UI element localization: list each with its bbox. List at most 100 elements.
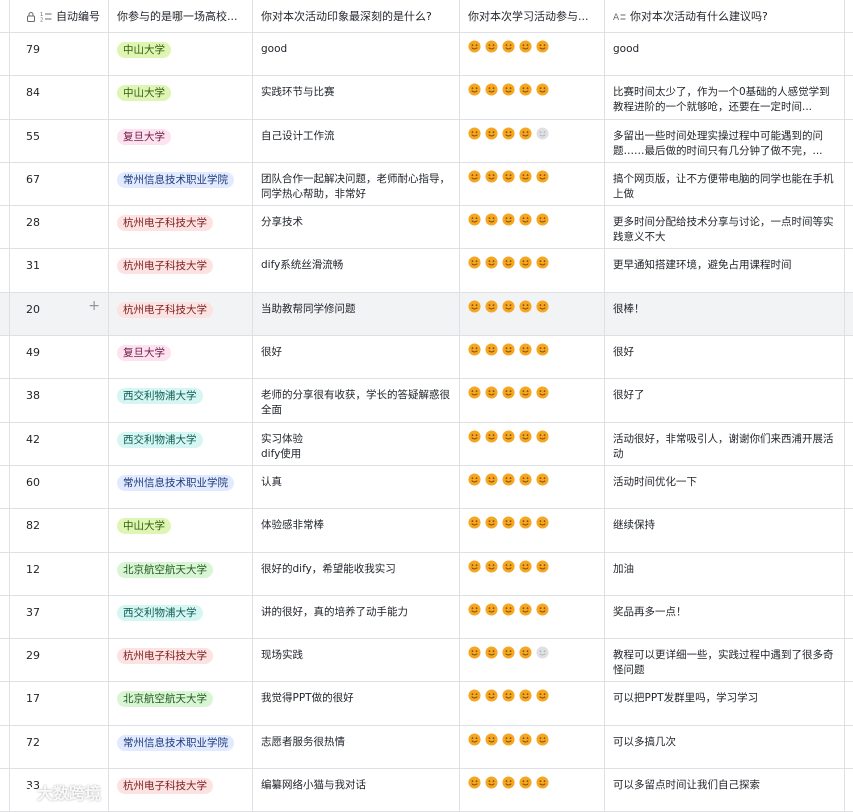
smiley-rating-icon[interactable] xyxy=(536,170,549,183)
cell-suggestion[interactable]: 搞个网页版，让不方便带电脑的同学也能在手机上做 xyxy=(605,162,845,206)
smiley-rating-icon[interactable] xyxy=(502,473,515,486)
smiley-rating-icon[interactable] xyxy=(485,256,498,270)
cell-id[interactable]: 38 xyxy=(10,379,109,422)
cell-school[interactable]: 杭州电子科技大学 xyxy=(109,249,253,292)
table-row[interactable]: 72 常州信息技术职业学院 志愿者服务很热情 可以多搞几次 xyxy=(0,725,853,770)
smiley-rating-icon[interactable] xyxy=(468,733,481,746)
cell-rating[interactable] xyxy=(460,725,605,769)
smiley-rating-icon[interactable] xyxy=(468,83,481,96)
table-row[interactable]: 55 复旦大学 自己设计工作流 多留出一些时间处理实操过程中可能遇到的问题……最后做的… xyxy=(0,119,853,163)
column-header-rating[interactable]: 你对本次学习活动参与... xyxy=(460,0,605,32)
smiley-rating-icon[interactable] xyxy=(536,560,549,573)
cell-rating[interactable] xyxy=(460,119,605,162)
smiley-rating-icon[interactable] xyxy=(468,300,481,313)
smiley-rating-icon[interactable] xyxy=(519,733,532,746)
smiley-rating-icon[interactable] xyxy=(536,83,549,96)
smiley-rating-icon[interactable] xyxy=(502,560,515,573)
cell-impression[interactable]: 当助教帮同学修问题 xyxy=(253,292,460,336)
smiley-rating-icon[interactable] xyxy=(468,560,481,573)
cell-suggestion[interactable]: 很棒！ xyxy=(605,292,845,336)
table-row[interactable]: 38 西交利物浦大学 老师的分享很有收获，学长的答疑解惑很全面 很好了 xyxy=(0,379,853,423)
table-row[interactable]: 42 西交利物浦大学 实习体验 dify使用 活动很好，非常吸引人，谢谢你们来西浦开展… xyxy=(0,422,853,466)
smiley-rating-icon[interactable] xyxy=(536,689,549,702)
cell-suggestion[interactable]: 很好了 xyxy=(605,379,845,422)
cell-id[interactable]: 17 xyxy=(10,682,109,725)
cell-id[interactable]: 12 xyxy=(10,552,109,595)
smiley-rating-icon[interactable] xyxy=(536,213,549,226)
smiley-rating-icon[interactable] xyxy=(519,646,532,659)
smiley-rating-icon[interactable] xyxy=(485,430,498,443)
cell-id[interactable]: 67 xyxy=(10,162,109,206)
smiley-rating-icon[interactable] xyxy=(485,689,498,702)
smiley-rating-icon[interactable] xyxy=(502,430,515,443)
smiley-rating-icon[interactable] xyxy=(468,689,481,702)
cell-school[interactable]: 杭州电子科技大学 xyxy=(109,292,253,336)
smiley-rating-icon[interactable] xyxy=(502,40,515,53)
table-row[interactable]: 49 复旦大学 很好 很好 xyxy=(0,336,853,380)
cell-school[interactable]: 复旦大学 xyxy=(109,336,253,379)
cell-rating[interactable] xyxy=(460,422,605,465)
table-row[interactable]: 20 + 杭州电子科技大学 当助教帮同学修问题 很棒！ xyxy=(0,292,853,337)
smiley-rating-icon[interactable] xyxy=(502,127,515,140)
cell-rating[interactable] xyxy=(460,336,605,379)
smiley-rating-icon[interactable] xyxy=(519,516,532,529)
smiley-rating-icon[interactable] xyxy=(502,170,515,183)
smiley-rating-icon[interactable] xyxy=(519,40,532,53)
smiley-rating-icon[interactable] xyxy=(485,646,498,659)
smiley-rating-icon[interactable] xyxy=(468,516,481,529)
smiley-rating-icon[interactable] xyxy=(519,689,532,702)
smiley-rating-icon[interactable] xyxy=(485,733,498,746)
cell-id[interactable]: 79 xyxy=(10,33,109,76)
cell-id[interactable]: 20 + xyxy=(10,292,109,336)
cell-rating[interactable] xyxy=(460,465,605,509)
cell-school[interactable]: 杭州电子科技大学 xyxy=(109,769,253,812)
smiley-rating-icon[interactable] xyxy=(485,776,498,789)
cell-rating[interactable] xyxy=(460,292,605,336)
cell-impression[interactable]: 我觉得PPT做的很好 xyxy=(253,682,460,725)
smiley-rating-icon[interactable] xyxy=(536,256,549,270)
smiley-rating-icon[interactable] xyxy=(536,473,549,486)
cell-suggestion[interactable]: 继续保持 xyxy=(605,509,845,552)
table-row[interactable]: 37 西交利物浦大学 讲的很好，真的培养了动手能力 奖品再多一点！ xyxy=(0,595,853,640)
cell-impression[interactable]: good xyxy=(253,33,460,76)
cell-impression[interactable]: 现场实践 xyxy=(253,639,460,682)
cell-impression[interactable]: 分享技术 xyxy=(253,206,460,249)
cell-suggestion[interactable]: 加油 xyxy=(605,552,845,595)
cell-impression[interactable]: 志愿者服务很热情 xyxy=(253,725,460,769)
cell-rating[interactable] xyxy=(460,33,605,76)
cell-id[interactable]: 28 xyxy=(10,206,109,249)
smiley-rating-icon[interactable] xyxy=(485,560,498,573)
table-row[interactable]: 84 中山大学 实践环节与比赛 比赛时间太少了，作为一个0基础的人感觉学到教程进阶的一… xyxy=(0,76,853,120)
smiley-rating-icon[interactable] xyxy=(485,473,498,486)
cell-rating[interactable] xyxy=(460,379,605,422)
cell-impression[interactable]: 很好 xyxy=(253,336,460,379)
table-row[interactable]: 28 杭州电子科技大学 分享技术 更多时间分配给技术分享与讨论，一点时间等实践意义不大 xyxy=(0,206,853,250)
smiley-rating-icon[interactable] xyxy=(468,776,481,789)
smiley-rating-icon[interactable] xyxy=(485,300,498,313)
cell-rating[interactable] xyxy=(460,682,605,725)
smiley-rating-icon[interactable] xyxy=(502,83,515,96)
smiley-rating-icon[interactable] xyxy=(502,343,515,356)
cell-school[interactable]: 西交利物浦大学 xyxy=(109,379,253,422)
cell-suggestion[interactable]: 活动很好，非常吸引人，谢谢你们来西浦开展活动 xyxy=(605,422,845,465)
cell-suggestion[interactable]: 奖品再多一点！ xyxy=(605,595,845,639)
cell-rating[interactable] xyxy=(460,509,605,552)
smiley-rating-icon[interactable] xyxy=(485,386,498,399)
smiley-rating-icon[interactable] xyxy=(536,343,549,356)
smiley-rating-icon[interactable] xyxy=(519,83,532,96)
smiley-rating-icon[interactable] xyxy=(502,603,515,616)
cell-suggestion[interactable]: 很好 xyxy=(605,336,845,379)
cell-suggestion[interactable]: 多留出一些时间处理实操过程中可能遇到的问题……最后做的时间只有几分钟了做不完，.… xyxy=(605,119,845,162)
cell-id[interactable]: 82 xyxy=(10,509,109,552)
cell-rating[interactable] xyxy=(460,162,605,206)
cell-rating[interactable] xyxy=(460,552,605,595)
smiley-rating-icon[interactable] xyxy=(519,256,532,270)
smiley-rating-icon[interactable] xyxy=(536,516,549,529)
table-row[interactable]: 31 杭州电子科技大学 dify系统丝滑流畅 更早通知搭建环境，避免占用课程时间 xyxy=(0,249,853,293)
cell-suggestion[interactable]: 更多时间分配给技术分享与讨论，一点时间等实践意义不大 xyxy=(605,206,845,249)
cell-id[interactable]: 72 xyxy=(10,725,109,769)
smiley-rating-icon[interactable] xyxy=(468,386,481,399)
column-header-suggestion[interactable]: A 你对本次活动有什么建议吗? xyxy=(605,0,845,32)
smiley-rating-icon[interactable] xyxy=(519,430,532,443)
smiley-rating-icon[interactable] xyxy=(468,127,481,140)
